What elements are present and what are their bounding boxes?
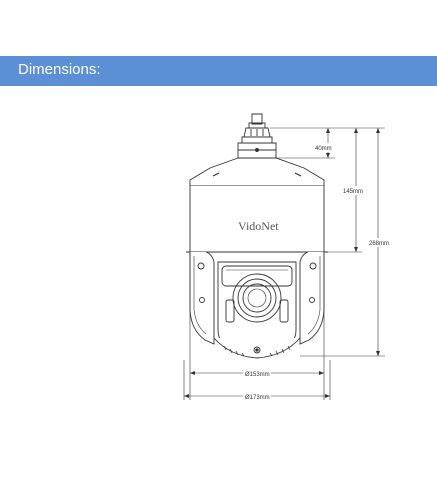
camera-bottom-cap xyxy=(213,337,301,359)
mount-fitting xyxy=(237,113,277,159)
brand-label: VidoNet xyxy=(238,219,279,233)
dimension-inner-diameter: Ø153mm xyxy=(245,372,270,378)
dimension-outer-diameter: Ø173mm xyxy=(245,395,270,401)
dimension-upper-height: 145mm xyxy=(343,189,363,195)
dimension-top-height: 40mm xyxy=(315,146,332,152)
dimension-total-height: 268mm xyxy=(369,241,389,247)
camera-dimension-drawing: VidoNet 40mm 145mm 268mm Ø153mm Ø173mm xyxy=(183,113,392,401)
camera-shoulder xyxy=(189,157,325,187)
ptz-camera-drawing xyxy=(186,113,328,359)
lens-module xyxy=(217,261,297,347)
